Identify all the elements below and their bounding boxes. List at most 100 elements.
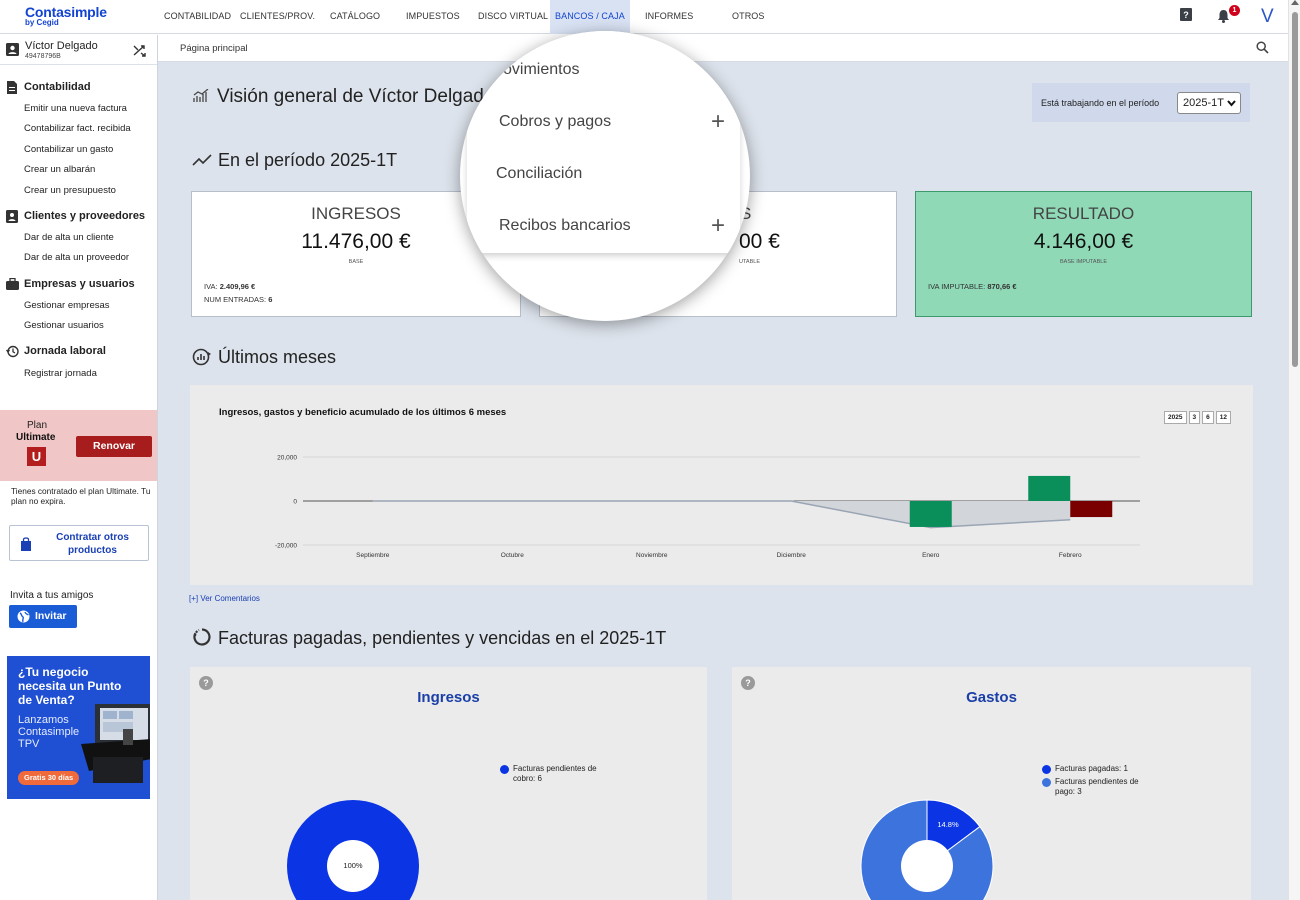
income-invoices-panel: ? Ingresos Facturas pendientes de cobro:… — [190, 667, 707, 900]
bar — [1028, 475, 1071, 501]
globe-icon — [17, 610, 30, 623]
nav-impuestos[interactable]: IMPUESTOS — [406, 11, 460, 21]
nav-contabilidad[interactable]: CONTABILIDAD — [164, 11, 231, 21]
expenses-invoices-panel: ? Gastos Facturas pagadas: 1 Facturas pe… — [732, 667, 1251, 900]
notification-count-badge: 1 — [1229, 5, 1240, 16]
period-label: Está trabajando en el período — [1041, 98, 1160, 108]
link-alta-proveedor[interactable]: Dar de alta un proveedor — [24, 252, 129, 263]
section-empresas-usuarios: Empresas y usuarios — [24, 278, 135, 290]
nav-catalogo[interactable]: CATÁLOGO — [330, 11, 380, 21]
period-select[interactable]: 2025-1T — [1177, 92, 1241, 114]
plan-badge: U — [27, 447, 46, 466]
search-icon[interactable] — [1256, 41, 1269, 54]
nav-clientes-prov[interactable]: CLIENTES/PROV. — [240, 11, 315, 21]
link-contabilizar-gasto[interactable]: Contabilizar un gasto — [24, 144, 113, 155]
menu-item-recibos-bancarios[interactable]: Recibos bancarios — [499, 217, 631, 235]
user-card-icon — [6, 43, 19, 56]
ad-cta[interactable]: Gratis 30 días — [18, 771, 80, 785]
contract-products-label: Contratar otros productos — [56, 532, 129, 556]
x-tick-label: Diciembre — [777, 552, 807, 559]
link-gestionar-empresas[interactable]: Gestionar empresas — [24, 300, 110, 311]
shopping-bag-icon — [21, 537, 31, 551]
svg-text:?: ? — [1183, 10, 1189, 20]
page-scrollbar[interactable] — [1288, 0, 1300, 900]
cumulative-area — [372, 501, 1071, 528]
link-alta-cliente[interactable]: Dar de alta un cliente — [24, 232, 114, 243]
y-tick-label: 20,000 — [277, 455, 297, 462]
income-base-label: BASE — [348, 259, 364, 265]
expenses-pie-chart: 14.8%85.2% — [860, 799, 994, 900]
link-crear-albaran[interactable]: Crear un albarán — [24, 164, 95, 175]
nav-informes[interactable]: INFORMES — [645, 11, 693, 21]
x-tick-label: Septiembre — [356, 552, 390, 559]
bank-dropdown-menu: ovimientos Cobros y pagos + Conciliación… — [467, 31, 740, 253]
income-pie-chart: 100% — [287, 800, 419, 900]
pie-data-label: 14.8% — [937, 820, 959, 829]
notifications-bell-icon[interactable] — [1217, 9, 1230, 28]
pie-data-label: 100% — [343, 861, 363, 870]
contact-card-icon — [6, 210, 18, 223]
user-tax-id: 49478796B — [25, 53, 61, 60]
link-emitir-factura[interactable]: Emitir una nueva factura — [24, 103, 127, 114]
scrollbar-thumb[interactable] — [1292, 12, 1298, 367]
see-comments-link[interactable]: [+] Ver Comentarios — [189, 594, 260, 603]
link-contabilizar-factura-recibida[interactable]: Contabilizar fact. recibida — [24, 123, 131, 134]
recent-months-heading: Últimos meses — [218, 347, 337, 367]
plan-note: Tienes contratado el plan Ultimate. Tu p… — [11, 486, 151, 506]
menu-item-conciliacion[interactable]: Conciliación — [496, 165, 582, 183]
bank-menu-magnifier: ovimientos Cobros y pagos + Conciliación… — [460, 31, 750, 321]
briefcase-icon — [6, 278, 19, 290]
menu-item-cobros-pagos[interactable]: Cobros y pagos — [499, 113, 611, 131]
switch-user-icon[interactable] — [133, 44, 146, 57]
plan-box: Plan Ultimate U Renovar — [0, 410, 157, 481]
contract-products-button[interactable]: Contratar otros productos — [9, 525, 149, 561]
invite-button[interactable]: Invitar — [9, 605, 77, 628]
period-value: 2025-1T — [1183, 97, 1224, 109]
invite-label: Invita a tus amigos — [10, 590, 94, 601]
document-icon — [7, 81, 17, 94]
link-registrar-jornada[interactable]: Registrar jornada — [24, 368, 97, 379]
expand-plus-icon[interactable]: + — [711, 212, 725, 240]
nav-bancos-caja[interactable]: BANCOS / CAJA — [550, 0, 630, 34]
top-navigation-bar: Contasimple by Cegid CONTABILIDAD CLIENT… — [0, 0, 1288, 34]
link-gestionar-usuarios[interactable]: Gestionar usuarios — [24, 320, 104, 331]
contasimple-logo[interactable]: Contasimple by Cegid — [25, 5, 107, 27]
monthly-chart-icon — [192, 348, 211, 366]
bar — [1070, 501, 1113, 518]
tpv-ad-banner[interactable]: ¿Tu negocio necesita un Punto de Venta? … — [7, 656, 150, 799]
section-clientes-proveedores: Clientes y proveedores — [24, 210, 146, 222]
period-selector-box: Está trabajando en el período 2025-1T — [1032, 83, 1250, 122]
result-title: RESULTADO — [1032, 204, 1135, 223]
user-avatar[interactable]: V — [1261, 6, 1274, 28]
result-base-label: BASE IMPUTABLE — [1060, 259, 1107, 265]
plan-name: Ultimate — [16, 432, 56, 443]
expand-plus-icon[interactable]: + — [711, 108, 725, 136]
result-value: 4.146,00 € — [1033, 230, 1134, 253]
scroll-up-arrow-icon[interactable] — [1291, 0, 1299, 5]
breadcrumb-home[interactable]: Página principal — [180, 43, 248, 54]
period-heading: En el período 2025-1T — [218, 150, 398, 170]
help-book-icon[interactable]: ? — [1180, 8, 1192, 26]
nav-disco-virtual[interactable]: DISCO VIRTUAL — [478, 11, 548, 21]
x-tick-label: Febrero — [1059, 552, 1082, 559]
y-tick-label: -20,000 — [275, 543, 297, 550]
page-title: Visión general de Víctor Delgad — [217, 86, 484, 107]
chevron-down-icon — [1227, 100, 1236, 107]
renew-button[interactable]: Renovar — [76, 436, 152, 457]
y-tick-label: 0 — [293, 499, 297, 506]
nav-otros[interactable]: OTROS — [732, 11, 765, 21]
bar — [909, 501, 952, 527]
logo-name: Contasimple — [25, 4, 107, 20]
sidebar: Víctor Delgado 49478796B Contabilidad Em… — [0, 35, 158, 900]
monthly-chart-panel: Ingresos, gastos y beneficio acumulado d… — [190, 385, 1253, 585]
income-iva: IVA: 2.409,96 € — [204, 282, 256, 291]
plan-label: Plan — [27, 420, 48, 431]
x-tick-label: Enero — [922, 552, 940, 559]
donut-progress-icon — [193, 628, 211, 646]
donut-hole — [901, 840, 953, 892]
menu-item-movimientos[interactable]: ovimientos — [503, 61, 579, 79]
expenses-value: 00 € — [739, 230, 780, 253]
link-crear-presupuesto[interactable]: Crear un presupuesto — [24, 185, 116, 196]
result-iva: IVA IMPUTABLE: 870,66 € — [928, 282, 1017, 291]
x-tick-label: Octubre — [501, 552, 525, 559]
